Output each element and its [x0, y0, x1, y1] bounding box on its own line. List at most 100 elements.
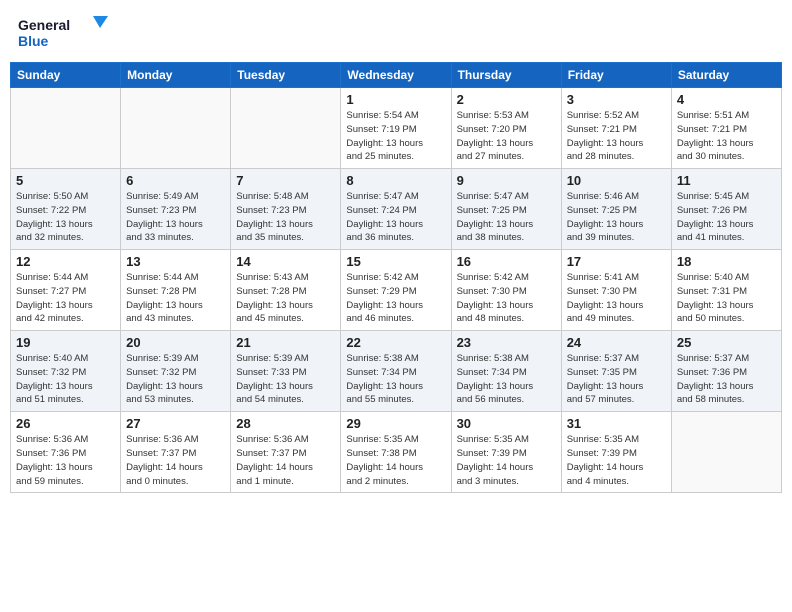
day-number: 10: [567, 173, 666, 188]
day-number: 5: [16, 173, 115, 188]
calendar-week-row: 19Sunrise: 5:40 AM Sunset: 7:32 PM Dayli…: [11, 331, 782, 412]
col-header-sunday: Sunday: [11, 63, 121, 88]
day-info: Sunrise: 5:41 AM Sunset: 7:30 PM Dayligh…: [567, 271, 666, 326]
day-number: 8: [346, 173, 445, 188]
calendar-cell: 26 Sunrise: 5:36 AM Sunset: 7:36 PM Dayli…: [11, 412, 121, 493]
day-info: Sunrise: 5:45 AM Sunset: 7:26 PM Dayligh…: [677, 190, 776, 245]
day-number: 24: [567, 335, 666, 350]
day-info: Sunrise: 5:49 AM Sunset: 7:23 PM Dayligh…: [126, 190, 225, 245]
calendar-cell: 11 Sunrise: 5:45 AM Sunset: 7:26 PM Dayli…: [671, 169, 781, 250]
day-info: Sunrise: 5:39 AM Sunset: 7:33 PM Dayligh…: [236, 352, 335, 407]
calendar-cell: 9 Sunrise: 5:47 AM Sunset: 7:25 PM Daylig…: [451, 169, 561, 250]
day-number: 6: [126, 173, 225, 188]
calendar-cell: 19Sunrise: 5:40 AM Sunset: 7:32 PM Dayli…: [11, 331, 121, 412]
day-number: 1: [346, 92, 445, 107]
day-info: Sunrise: 5:35 AM Sunset: 7:39 PM Dayligh…: [567, 433, 666, 488]
day-info: Sunrise: 5:38 AM Sunset: 7:34 PM Dayligh…: [346, 352, 445, 407]
calendar-week-row: 1 Sunrise: 5:54 AM Sunset: 7:19 PM Daylig…: [11, 88, 782, 169]
calendar-cell: 16Sunrise: 5:42 AM Sunset: 7:30 PM Dayli…: [451, 250, 561, 331]
col-header-tuesday: Tuesday: [231, 63, 341, 88]
col-header-wednesday: Wednesday: [341, 63, 451, 88]
calendar-cell: 24 Sunrise: 5:37 AM Sunset: 7:35 PM Dayli…: [561, 331, 671, 412]
calendar-cell: 18 Sunrise: 5:40 AM Sunset: 7:31 PM Dayli…: [671, 250, 781, 331]
calendar-week-row: 5 Sunrise: 5:50 AM Sunset: 7:22 PM Daylig…: [11, 169, 782, 250]
day-number: 28: [236, 416, 335, 431]
calendar-cell: [11, 88, 121, 169]
calendar-cell: 4 Sunrise: 5:51 AM Sunset: 7:21 PM Daylig…: [671, 88, 781, 169]
calendar-cell: [671, 412, 781, 493]
day-info: Sunrise: 5:35 AM Sunset: 7:39 PM Dayligh…: [457, 433, 556, 488]
day-number: 9: [457, 173, 556, 188]
day-info: Sunrise: 5:47 AM Sunset: 7:24 PM Dayligh…: [346, 190, 445, 245]
calendar-cell: 23Sunrise: 5:38 AM Sunset: 7:34 PM Dayli…: [451, 331, 561, 412]
day-number: 18: [677, 254, 776, 269]
day-number: 15: [346, 254, 445, 269]
calendar-cell: 30 Sunrise: 5:35 AM Sunset: 7:39 PM Dayli…: [451, 412, 561, 493]
calendar-header-row: SundayMondayTuesdayWednesdayThursdayFrid…: [11, 63, 782, 88]
day-number: 20: [126, 335, 225, 350]
logo-svg: General Blue: [18, 14, 108, 50]
day-number: 11: [677, 173, 776, 188]
day-info: Sunrise: 5:42 AM Sunset: 7:29 PM Dayligh…: [346, 271, 445, 326]
col-header-thursday: Thursday: [451, 63, 561, 88]
day-number: 25: [677, 335, 776, 350]
calendar-cell: 21 Sunrise: 5:39 AM Sunset: 7:33 PM Dayli…: [231, 331, 341, 412]
col-header-friday: Friday: [561, 63, 671, 88]
calendar-cell: 31 Sunrise: 5:35 AM Sunset: 7:39 PM Dayli…: [561, 412, 671, 493]
day-number: 12: [16, 254, 115, 269]
day-info: Sunrise: 5:36 AM Sunset: 7:37 PM Dayligh…: [236, 433, 335, 488]
calendar-cell: 15 Sunrise: 5:42 AM Sunset: 7:29 PM Dayli…: [341, 250, 451, 331]
calendar-cell: 7 Sunrise: 5:48 AM Sunset: 7:23 PM Daylig…: [231, 169, 341, 250]
calendar-cell: 3 Sunrise: 5:52 AM Sunset: 7:21 PM Daylig…: [561, 88, 671, 169]
calendar-cell: 28 Sunrise: 5:36 AM Sunset: 7:37 PM Dayli…: [231, 412, 341, 493]
day-info: Sunrise: 5:40 AM Sunset: 7:31 PM Dayligh…: [677, 271, 776, 326]
day-number: 17: [567, 254, 666, 269]
day-info: Sunrise: 5:39 AM Sunset: 7:32 PM Dayligh…: [126, 352, 225, 407]
calendar-cell: 20 Sunrise: 5:39 AM Sunset: 7:32 PM Dayli…: [121, 331, 231, 412]
day-info: Sunrise: 5:46 AM Sunset: 7:25 PM Dayligh…: [567, 190, 666, 245]
calendar-cell: 5 Sunrise: 5:50 AM Sunset: 7:22 PM Daylig…: [11, 169, 121, 250]
calendar-cell: 22Sunrise: 5:38 AM Sunset: 7:34 PM Dayli…: [341, 331, 451, 412]
calendar-cell: 27Sunrise: 5:36 AM Sunset: 7:37 PM Dayli…: [121, 412, 231, 493]
col-header-saturday: Saturday: [671, 63, 781, 88]
calendar-cell: 17 Sunrise: 5:41 AM Sunset: 7:30 PM Dayli…: [561, 250, 671, 331]
day-info: Sunrise: 5:52 AM Sunset: 7:21 PM Dayligh…: [567, 109, 666, 164]
day-number: 31: [567, 416, 666, 431]
calendar-cell: 10 Sunrise: 5:46 AM Sunset: 7:25 PM Dayli…: [561, 169, 671, 250]
calendar-cell: 2Sunrise: 5:53 AM Sunset: 7:20 PM Daylig…: [451, 88, 561, 169]
day-info: Sunrise: 5:54 AM Sunset: 7:19 PM Dayligh…: [346, 109, 445, 164]
calendar-cell: 8 Sunrise: 5:47 AM Sunset: 7:24 PM Daylig…: [341, 169, 451, 250]
day-info: Sunrise: 5:36 AM Sunset: 7:37 PM Dayligh…: [126, 433, 225, 488]
calendar-week-row: 12 Sunrise: 5:44 AM Sunset: 7:27 PM Dayli…: [11, 250, 782, 331]
day-info: Sunrise: 5:50 AM Sunset: 7:22 PM Dayligh…: [16, 190, 115, 245]
day-info: Sunrise: 5:44 AM Sunset: 7:27 PM Dayligh…: [16, 271, 115, 326]
calendar-cell: 29Sunrise: 5:35 AM Sunset: 7:38 PM Dayli…: [341, 412, 451, 493]
day-info: Sunrise: 5:51 AM Sunset: 7:21 PM Dayligh…: [677, 109, 776, 164]
day-number: 21: [236, 335, 335, 350]
day-number: 26: [16, 416, 115, 431]
calendar-cell: 14 Sunrise: 5:43 AM Sunset: 7:28 PM Dayli…: [231, 250, 341, 331]
day-number: 30: [457, 416, 556, 431]
calendar-week-row: 26 Sunrise: 5:36 AM Sunset: 7:36 PM Dayli…: [11, 412, 782, 493]
calendar-table: SundayMondayTuesdayWednesdayThursdayFrid…: [10, 62, 782, 493]
day-info: Sunrise: 5:42 AM Sunset: 7:30 PM Dayligh…: [457, 271, 556, 326]
day-info: Sunrise: 5:44 AM Sunset: 7:28 PM Dayligh…: [126, 271, 225, 326]
day-info: Sunrise: 5:37 AM Sunset: 7:36 PM Dayligh…: [677, 352, 776, 407]
day-info: Sunrise: 5:36 AM Sunset: 7:36 PM Dayligh…: [16, 433, 115, 488]
day-number: 7: [236, 173, 335, 188]
calendar-cell: 6 Sunrise: 5:49 AM Sunset: 7:23 PM Daylig…: [121, 169, 231, 250]
day-info: Sunrise: 5:35 AM Sunset: 7:38 PM Dayligh…: [346, 433, 445, 488]
day-number: 14: [236, 254, 335, 269]
day-info: Sunrise: 5:43 AM Sunset: 7:28 PM Dayligh…: [236, 271, 335, 326]
calendar-cell: 1 Sunrise: 5:54 AM Sunset: 7:19 PM Daylig…: [341, 88, 451, 169]
day-number: 3: [567, 92, 666, 107]
day-number: 4: [677, 92, 776, 107]
day-number: 13: [126, 254, 225, 269]
calendar-cell: 25 Sunrise: 5:37 AM Sunset: 7:36 PM Dayli…: [671, 331, 781, 412]
day-info: Sunrise: 5:48 AM Sunset: 7:23 PM Dayligh…: [236, 190, 335, 245]
day-info: Sunrise: 5:47 AM Sunset: 7:25 PM Dayligh…: [457, 190, 556, 245]
day-info: Sunrise: 5:37 AM Sunset: 7:35 PM Dayligh…: [567, 352, 666, 407]
day-info: Sunrise: 5:53 AM Sunset: 7:20 PM Dayligh…: [457, 109, 556, 164]
logo: General Blue: [18, 14, 108, 50]
day-info: Sunrise: 5:40 AM Sunset: 7:32 PM Dayligh…: [16, 352, 115, 407]
